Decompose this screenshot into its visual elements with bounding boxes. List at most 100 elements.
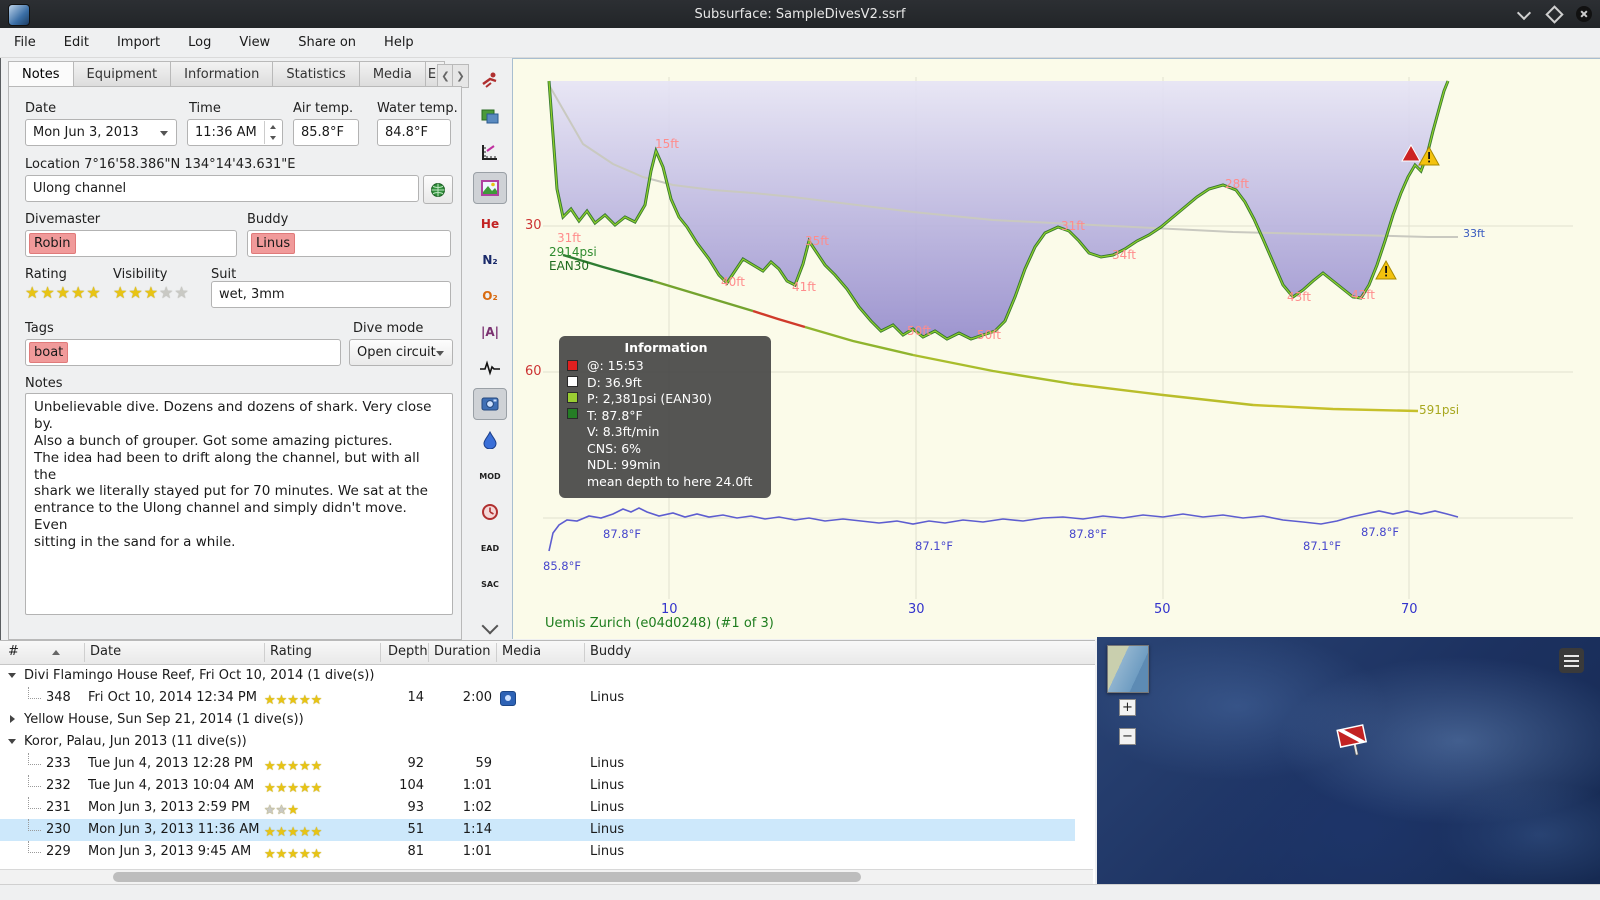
profile-toolbar: He N₂ O₂ |A| MOD EAD SAC [468, 58, 512, 640]
col-rating[interactable]: Rating [270, 644, 312, 659]
trip-row[interactable]: Koror, Palau, Jun 2013 (11 dive(s)) [0, 731, 1075, 753]
info-line: P: 2,381psi (EAN30) [587, 391, 712, 406]
ead-icon[interactable]: EAD [473, 532, 507, 564]
ruler-icon[interactable] [473, 136, 507, 168]
info-line: T: 87.8°F [587, 407, 643, 423]
tab-scroll-right-icon[interactable]: ❯ [452, 64, 469, 88]
maximize-icon[interactable] [1544, 4, 1564, 24]
trip-row[interactable]: Divi Flamingo House Reef, Fri Oct 10, 20… [0, 665, 1075, 687]
scrollbar-thumb[interactable] [113, 872, 861, 882]
photos-icon[interactable] [473, 388, 507, 420]
profile-info-box[interactable]: Information @: 15:53 D: 36.9ft P: 2,381p… [559, 336, 771, 498]
info-box-title: Information [624, 340, 708, 355]
dive-mode-select[interactable]: Open circuit [349, 339, 453, 366]
location-globe-button[interactable] [423, 175, 453, 204]
air-pressure-graph-icon[interactable]: |A| [473, 316, 507, 348]
dive-row[interactable]: 348 Fri Oct 10, 2014 12:34 PM ★★★★★ 14 2… [0, 687, 1075, 709]
x-tick-70: 70 [1401, 602, 1418, 617]
dive-row[interactable]: 233 Tue Jun 4, 2013 12:28 PM ★★★★★ 92 59… [0, 753, 1075, 775]
col-duration[interactable]: Duration [434, 644, 490, 659]
collapse-toolbar-icon[interactable] [473, 610, 507, 642]
x-tick-10: 10 [661, 602, 678, 617]
ndl-tts-icon[interactable] [473, 496, 507, 528]
zoom-out-button[interactable]: − [1119, 728, 1136, 745]
info-line: mean depth to here 24.0ft [587, 473, 753, 489]
dive-flag-marker-icon[interactable] [1332, 719, 1378, 765]
expander-closed-icon[interactable] [10, 715, 15, 723]
time-spinner[interactable] [264, 121, 281, 144]
expander-open-icon[interactable] [8, 673, 16, 678]
location-field[interactable]: Ulong channel [25, 175, 419, 202]
divemaster-field[interactable]: Robin [25, 230, 237, 257]
zoom-in-button[interactable]: + [1119, 699, 1136, 716]
col-depth[interactable]: Depth [388, 644, 428, 659]
expander-open-icon[interactable] [8, 739, 16, 744]
heart-rate-icon[interactable] [473, 352, 507, 384]
info-line: NDL: 99min [587, 457, 661, 472]
gas-label: EAN30 [549, 259, 590, 273]
dive-mode-label: Dive mode [353, 321, 424, 336]
divemaster-chip: Robin [29, 233, 76, 254]
menu-share-on[interactable]: Share on [298, 35, 356, 50]
col-number[interactable]: # [8, 644, 19, 659]
pressure-start-label: 2914psi [549, 245, 597, 259]
mod-icon[interactable]: MOD [473, 460, 507, 492]
water-temp-field[interactable]: 84.8°F [377, 119, 451, 146]
depth-annotation: 50ft [977, 328, 1001, 342]
rating-label: Rating [25, 267, 67, 282]
col-date[interactable]: Date [90, 644, 121, 659]
oxygen-graph-icon[interactable]: O₂ [473, 280, 507, 312]
horizontal-scrollbar[interactable] [0, 869, 1093, 885]
tab-media[interactable]: Media [358, 61, 425, 88]
sort-ascending-icon [52, 650, 60, 655]
media-icon[interactable] [500, 691, 516, 706]
close-icon[interactable] [1576, 6, 1592, 22]
pressure-end-label: 591psi [1419, 403, 1460, 417]
helium-graph-icon[interactable]: He [473, 208, 507, 240]
x-tick-30: 30 [908, 602, 925, 617]
menu-edit[interactable]: Edit [64, 35, 89, 50]
time-field[interactable]: 11:36 AM [187, 119, 283, 146]
dive-map[interactable]: + − [1097, 637, 1600, 884]
buddy-chip: Linus [251, 233, 296, 254]
tab-information[interactable]: Information [170, 61, 273, 88]
map-menu-icon[interactable] [1559, 648, 1584, 673]
buddy-field[interactable]: Linus [247, 230, 451, 257]
tags-field[interactable]: boat [25, 339, 341, 366]
tab-notes[interactable]: Notes [8, 61, 73, 88]
menu-view[interactable]: View [239, 35, 270, 50]
dive-row[interactable]: 232 Tue Jun 4, 2013 10:04 AM ★★★★★ 104 1… [0, 775, 1075, 797]
map-overview-inset[interactable] [1107, 645, 1149, 693]
col-media[interactable]: Media [502, 644, 541, 659]
rating-stars[interactable]: ★★★★★ [25, 283, 102, 302]
date-field[interactable]: Mon Jun 3, 2013 [25, 119, 177, 146]
menu-help[interactable]: Help [384, 35, 414, 50]
dive-row[interactable]: 231 Mon Jun 3, 2013 2:59 PM ★★★ ★★ 93 1:0… [0, 797, 1075, 819]
diver-icon[interactable] [473, 64, 507, 96]
visibility-stars[interactable]: ★★★★★ [113, 283, 190, 302]
subsurface-window: Subsurface: SampleDivesV2.ssrf File Edit… [0, 0, 1600, 900]
minimize-icon[interactable] [1516, 5, 1532, 22]
menu-file[interactable]: File [14, 35, 36, 50]
dive-row-selected[interactable]: 230 Mon Jun 3, 2013 11:36 AM ★★★★★ 51 1:… [0, 819, 1075, 841]
col-buddy[interactable]: Buddy [590, 644, 631, 659]
menu-log[interactable]: Log [188, 35, 211, 50]
ceiling-icon[interactable] [473, 424, 507, 456]
picture-icon[interactable] [473, 172, 507, 204]
menu-import[interactable]: Import [117, 35, 160, 50]
temp-annotation: 87.8°F [1069, 527, 1107, 541]
dive-info-panel: Notes Equipment Information Statistics M… [0, 58, 470, 640]
nitrogen-graph-icon[interactable]: N₂ [473, 244, 507, 276]
visibility-label: Visibility [113, 267, 168, 282]
sac-icon[interactable]: SAC [473, 568, 507, 600]
depth-annotation: 40ft [721, 275, 745, 289]
air-temp-field[interactable]: 85.8°F [293, 119, 359, 146]
notes-textarea[interactable]: Unbelievable dive. Dozens and dozens of … [25, 393, 453, 615]
dive-row[interactable]: 229 Mon Jun 3, 2013 9:45 AM ★★★★★ 81 1:0… [0, 841, 1075, 863]
temp-annotation: 87.8°F [603, 527, 641, 541]
trip-row[interactable]: Yellow House, Sun Sep 21, 2014 (1 dive(s… [0, 709, 1075, 731]
gas-pressures-icon[interactable] [473, 100, 507, 132]
suit-field[interactable]: wet, 3mm [211, 281, 451, 308]
tab-equipment[interactable]: Equipment [72, 61, 171, 88]
tab-statistics[interactable]: Statistics [272, 61, 359, 88]
